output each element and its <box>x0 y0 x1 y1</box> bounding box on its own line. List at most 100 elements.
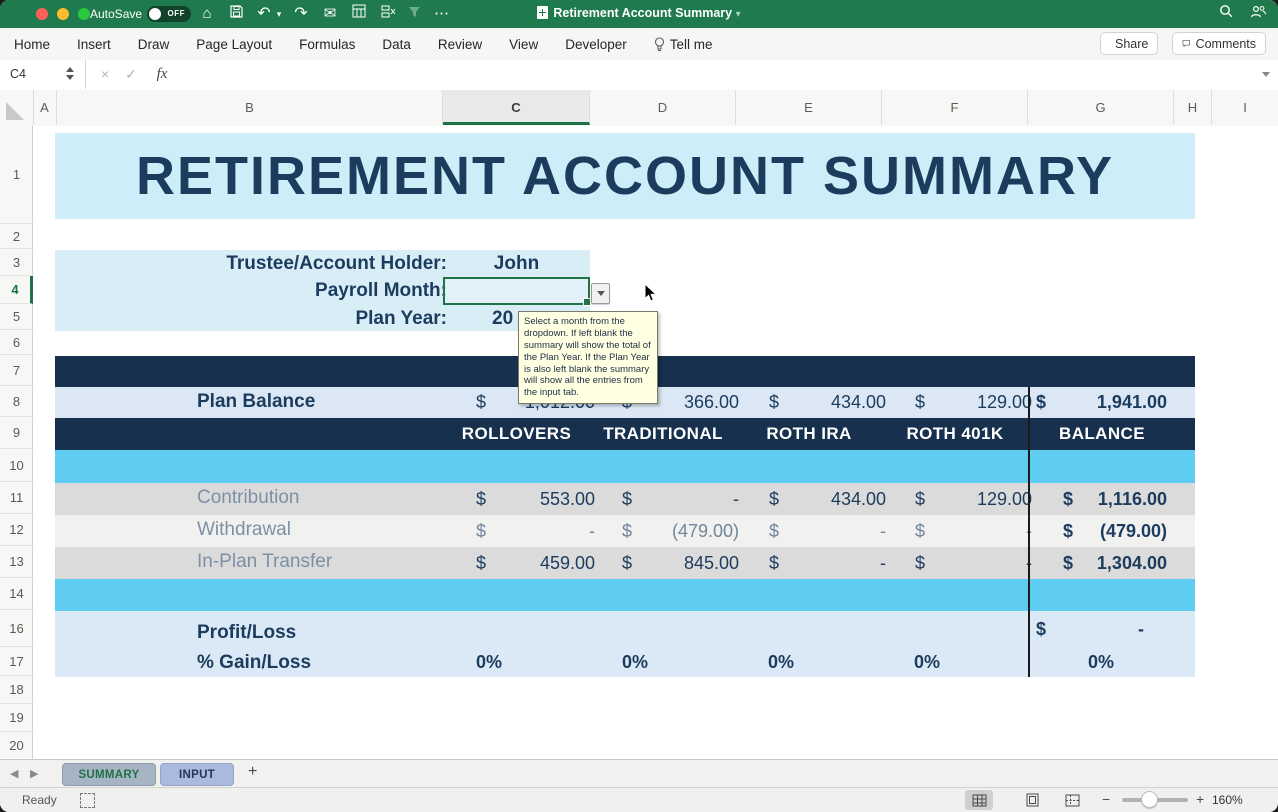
row-header-6[interactable]: 6 <box>0 330 33 355</box>
col-header-g[interactable]: G <box>1028 90 1174 125</box>
cell-contribution-roth-401k[interactable]: $129.00 <box>915 483 1032 515</box>
row-header-12[interactable]: 12 <box>0 514 33 546</box>
name-box-stepper[interactable] <box>66 67 76 83</box>
row-header-16[interactable]: 16 <box>0 610 33 647</box>
cell-gain-total[interactable]: 0% <box>1041 652 1161 673</box>
people-icon[interactable] <box>1248 3 1268 25</box>
row-header-4[interactable]: 4 <box>0 276 33 304</box>
tab-formulas[interactable]: Formulas <box>299 37 355 52</box>
row-header-11[interactable]: 11 <box>0 482 33 514</box>
search-icon[interactable] <box>1216 3 1236 25</box>
tab-draw[interactable]: Draw <box>138 37 170 52</box>
select-all-corner[interactable] <box>0 90 34 125</box>
row-header-7[interactable]: 7 <box>0 355 33 386</box>
formula-bar-expand-icon[interactable] <box>1262 72 1270 77</box>
tab-page-layout[interactable]: Page Layout <box>196 37 272 52</box>
plan-balance-label[interactable]: Plan Balance <box>197 391 315 413</box>
plan-year-label: Plan Year: <box>55 308 447 330</box>
add-sheet-button[interactable]: + <box>248 763 257 781</box>
cell-contribution-traditional[interactable]: $- <box>622 483 739 515</box>
lightbulb-icon <box>654 37 665 52</box>
zoom-in-icon[interactable]: + <box>1196 791 1204 807</box>
row-header-18[interactable]: 18 <box>0 676 33 704</box>
fill-handle[interactable] <box>583 298 591 306</box>
formula-input[interactable] <box>185 60 1255 89</box>
col-header-a[interactable]: A <box>33 90 57 125</box>
plan-year-value[interactable]: 20 <box>492 308 513 330</box>
cell-transfer-traditional[interactable]: $845.00 <box>622 547 739 579</box>
selected-cell-c4[interactable] <box>443 277 590 305</box>
row-header-1[interactable]: 1 <box>0 126 33 224</box>
page-break-view-button[interactable] <box>1058 790 1086 810</box>
share-button[interactable]: Share <box>1100 32 1158 55</box>
cell-transfer-roth-401k[interactable]: $- <box>915 547 1032 579</box>
row-header-19[interactable]: 19 <box>0 704 33 732</box>
cell-withdrawal-rollovers[interactable]: $- <box>476 515 595 547</box>
row-header-9[interactable]: 9 <box>0 417 33 449</box>
col-header-c[interactable]: C <box>443 90 590 125</box>
cell-withdrawal-total[interactable]: $(479.00) <box>1063 515 1167 547</box>
cell-plan-balance-total[interactable]: $1,941.00 <box>1036 387 1167 418</box>
sheet-tab-summary[interactable]: SUMMARY <box>62 763 156 786</box>
prev-sheet-icon[interactable]: ◀ <box>10 767 18 780</box>
col-header-e[interactable]: E <box>736 90 882 125</box>
col-header-i[interactable]: I <box>1212 90 1278 125</box>
row-header-13[interactable]: 13 <box>0 546 33 578</box>
row-header-14[interactable]: 14 <box>0 578 33 610</box>
status-bar: Ready − + 160% <box>0 787 1278 812</box>
col-header-h[interactable]: H <box>1174 90 1212 125</box>
zoom-level[interactable]: 160% <box>1212 793 1243 807</box>
cell-plan-balance-roth-401k[interactable]: $129.00 <box>915 387 1032 418</box>
cell-contribution-rollovers[interactable]: $553.00 <box>476 483 595 515</box>
insert-function-icon[interactable]: fx <box>152 60 172 89</box>
withdrawal-label[interactable]: Withdrawal <box>197 519 291 541</box>
cell-gain-rollovers[interactable]: 0% <box>429 652 549 673</box>
cell-gain-roth-401k[interactable]: 0% <box>867 652 987 673</box>
month-dropdown-button[interactable] <box>591 283 610 304</box>
tab-insert[interactable]: Insert <box>77 37 111 52</box>
cell-plan-balance-roth-ira[interactable]: $434.00 <box>769 387 886 418</box>
enter-icon[interactable]: ✓ <box>122 60 140 89</box>
trustee-value[interactable]: John <box>443 253 590 275</box>
row-header-3[interactable]: 3 <box>0 249 33 276</box>
tab-developer[interactable]: Developer <box>565 37 627 52</box>
row-header-20[interactable]: 20 <box>0 732 33 758</box>
cell-transfer-total[interactable]: $1,304.00 <box>1063 547 1167 579</box>
row-header-10[interactable]: 10 <box>0 449 33 482</box>
zoom-slider-thumb[interactable] <box>1141 791 1158 808</box>
col-header-f[interactable]: F <box>882 90 1028 125</box>
sheet-tab-input[interactable]: INPUT <box>160 763 234 786</box>
next-sheet-icon[interactable]: ▶ <box>30 767 38 780</box>
row-header-8[interactable]: 8 <box>0 386 33 417</box>
normal-view-button[interactable] <box>965 790 993 810</box>
page-layout-view-button[interactable] <box>1018 790 1046 810</box>
zoom-out-icon[interactable]: − <box>1102 791 1110 807</box>
tab-data[interactable]: Data <box>382 37 411 52</box>
row-header-2[interactable]: 2 <box>0 224 33 249</box>
cancel-icon[interactable]: × <box>96 60 114 89</box>
row-header-5[interactable]: 5 <box>0 304 33 330</box>
comments-button[interactable]: Comments <box>1172 32 1266 55</box>
cell-withdrawal-roth-ira[interactable]: $- <box>769 515 886 547</box>
profit-loss-label[interactable]: Profit/Loss <box>197 622 296 644</box>
row-header-17[interactable]: 17 <box>0 647 33 676</box>
cell-transfer-roth-ira[interactable]: $- <box>769 547 886 579</box>
cell-gain-roth-ira[interactable]: 0% <box>721 652 841 673</box>
cell-contribution-total[interactable]: $1,116.00 <box>1063 483 1167 515</box>
cell-withdrawal-traditional[interactable]: $(479.00) <box>622 515 739 547</box>
cell-profit-loss-total[interactable]: $- <box>1036 613 1144 645</box>
cell-gain-traditional[interactable]: 0% <box>575 652 695 673</box>
col-header-d[interactable]: D <box>590 90 736 125</box>
tab-home[interactable]: Home <box>14 37 50 52</box>
cell-transfer-rollovers[interactable]: $459.00 <box>476 547 595 579</box>
document-title[interactable]: Retirement Account Summary ▾ <box>0 6 1278 20</box>
col-header-b[interactable]: B <box>57 90 443 125</box>
in-plan-transfer-label[interactable]: In-Plan Transfer <box>197 551 332 573</box>
tell-me[interactable]: Tell me <box>654 37 713 52</box>
tab-view[interactable]: View <box>509 37 538 52</box>
tab-review[interactable]: Review <box>438 37 482 52</box>
cell-contribution-roth-ira[interactable]: $434.00 <box>769 483 886 515</box>
contribution-label[interactable]: Contribution <box>197 487 299 509</box>
cell-withdrawal-roth-401k[interactable]: $- <box>915 515 1032 547</box>
gain-loss-label[interactable]: % Gain/Loss <box>197 652 311 674</box>
